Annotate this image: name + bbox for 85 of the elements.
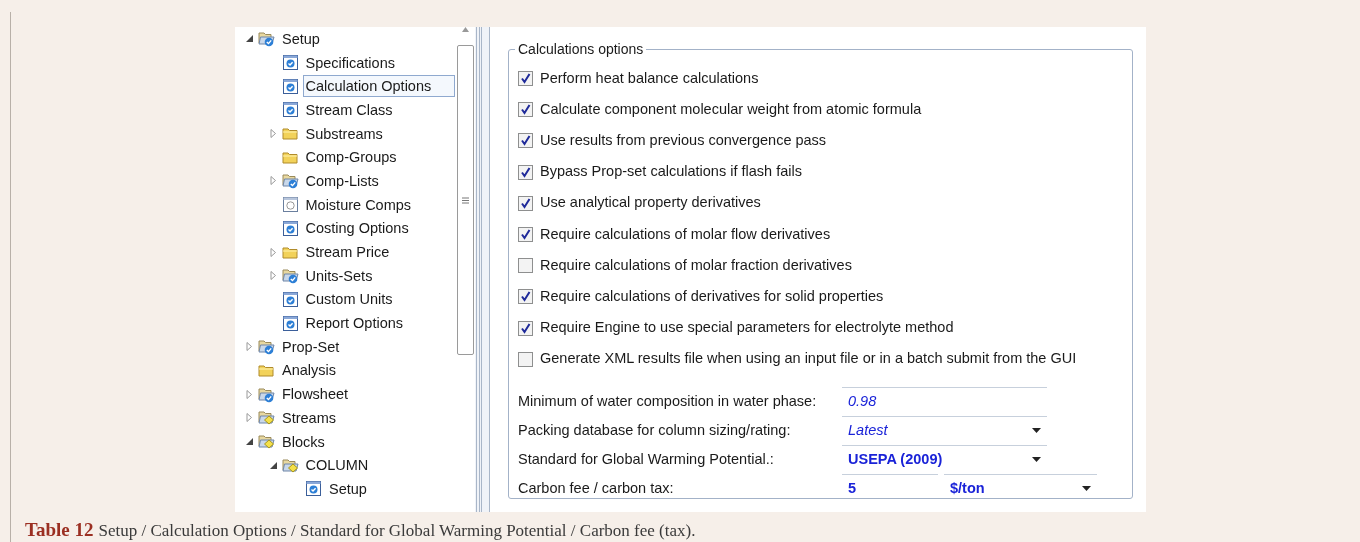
form-check-icon [281, 77, 299, 95]
checkbox[interactable] [518, 133, 533, 149]
caret-icon [1032, 428, 1041, 434]
caption-text: Setup / Calculation Options / Standard for Global Warming Potential / Carbon fee (tax). [98, 520, 696, 542]
input-field[interactable]: 0.98 [842, 386, 1047, 416]
folder-check-icon [281, 267, 299, 285]
checkbox[interactable] [518, 258, 533, 274]
caret-icon [1032, 457, 1041, 463]
tree-item[interactable]: Stream Price [302, 241, 393, 264]
expand-icon[interactable] [268, 271, 278, 281]
checkbox-label: Calculate component molecular weight from atomic formula [540, 99, 922, 119]
tree-item[interactable]: Moisture Comps [302, 193, 415, 216]
collapse-icon[interactable] [245, 437, 254, 447]
checkbox-label: Require calculations of molar fraction derivatives [540, 255, 852, 275]
tree-item[interactable]: Specifications [302, 51, 398, 74]
checkbox-label: Use results from previous convergence pass [540, 131, 827, 151]
form-check-icon [305, 480, 322, 498]
expand-icon[interactable] [245, 389, 254, 399]
checkbox[interactable] [518, 164, 533, 180]
tree-item[interactable]: Units-Sets [302, 264, 376, 287]
dropdown[interactable]: USEPA (2009) [842, 444, 1047, 474]
expand-icon[interactable] [268, 247, 278, 257]
checkbox-label: Require calculations of derivatives for solid properties [540, 287, 884, 307]
input-field[interactable]: 5 [842, 473, 938, 503]
form-icon [281, 196, 299, 214]
tree-item[interactable]: Flowsheet [279, 383, 352, 406]
checkbox-label: Require Engine to use special parameters for electrolyte method [540, 318, 954, 338]
checkbox[interactable] [518, 351, 533, 367]
checkbox[interactable] [518, 289, 533, 305]
checkbox[interactable] [518, 71, 533, 87]
tree-item[interactable]: Costing Options [302, 217, 412, 240]
field-label: Standard for Global Warming Potential.: [518, 449, 775, 469]
expand-icon[interactable] [268, 129, 278, 139]
field-label: Minimum of water composition in water phase: [518, 391, 818, 411]
tree-item[interactable]: Stream Class [302, 98, 396, 121]
tree-item[interactable]: Setup [326, 477, 370, 500]
tree-item[interactable]: Analysis [279, 359, 339, 382]
form-check-icon [281, 290, 299, 308]
folder-check-icon [258, 338, 275, 356]
field-label: Carbon fee / carbon tax: [518, 478, 675, 498]
splitter[interactable] [475, 27, 490, 512]
form-check-icon [281, 219, 299, 237]
tree-item[interactable]: Substreams [302, 122, 386, 145]
dropdown[interactable]: Latest [842, 415, 1047, 445]
tree-item[interactable]: Streams [279, 406, 339, 429]
checkbox[interactable] [518, 195, 533, 211]
folder-check-icon [258, 385, 275, 403]
unit-dropdown[interactable]: $/ton [944, 473, 1097, 503]
checkbox[interactable] [518, 102, 533, 118]
checkbox[interactable] [518, 227, 533, 243]
form-check-icon [281, 314, 299, 332]
caption-label: Table 12 [25, 518, 94, 542]
folder-diamond-icon [258, 433, 275, 451]
folder-check-icon [281, 172, 299, 190]
collapse-icon[interactable] [268, 460, 278, 470]
tree-item[interactable]: Calculation Options [302, 75, 455, 98]
checkbox-label: Use analytical property derivatives [540, 193, 761, 213]
tree-item[interactable]: Comp-Lists [302, 169, 382, 192]
folder-diamond-icon [281, 456, 299, 474]
tree-item[interactable]: Setup [279, 27, 323, 50]
checkbox-label: Perform heat balance calculations [540, 68, 759, 88]
field-label: Packing database for column sizing/rating: [518, 420, 792, 440]
expand-icon[interactable] [268, 176, 278, 186]
tree-item[interactable]: Report Options [302, 312, 407, 335]
expand-icon[interactable] [245, 342, 254, 352]
checkbox-label: Require calculations of molar flow derivatives [540, 224, 831, 244]
folder-icon [281, 125, 299, 143]
form-check-icon [281, 54, 299, 72]
checkbox-label: Bypass Prop-set calculations if flash fails [540, 162, 802, 182]
group-title: Calculations options [515, 40, 647, 58]
checkbox[interactable] [518, 320, 533, 336]
expand-icon[interactable] [245, 413, 254, 423]
tree-item[interactable]: Blocks [279, 430, 328, 453]
caret-icon [1082, 486, 1091, 492]
grip-icon [461, 196, 469, 204]
tree-item[interactable]: Comp-Groups [302, 146, 400, 169]
scroll-thumb[interactable] [456, 45, 474, 355]
tree-item[interactable]: COLUMN [302, 454, 372, 477]
collapse-icon[interactable] [245, 34, 254, 44]
folder-check-icon [258, 30, 275, 48]
tree-item[interactable]: Prop-Set [279, 335, 343, 358]
checkbox-label: Generate XML results file when using an input file or in a batch submit from the GUI [540, 349, 1077, 369]
form-check-icon [281, 101, 299, 119]
folder-diamond-icon [258, 409, 275, 427]
tree-item[interactable]: Custom Units [302, 288, 396, 311]
